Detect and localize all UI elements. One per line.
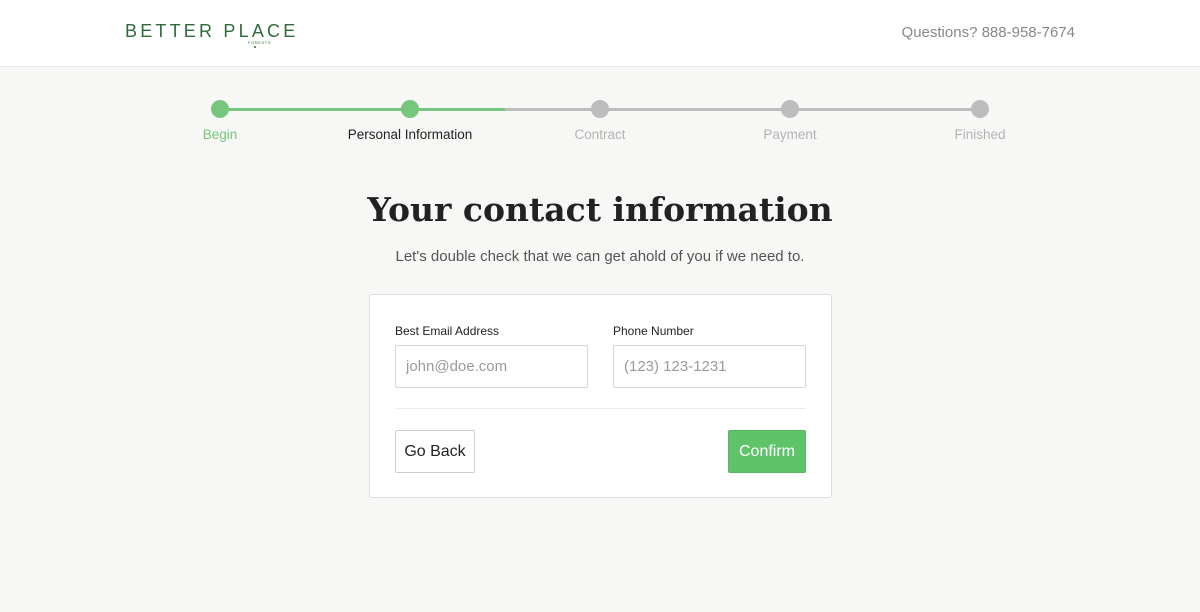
go-back-button[interactable]: Go Back <box>395 430 475 473</box>
logo-text: BETTER PLACE <box>125 21 299 41</box>
step-label: Contract <box>574 127 626 142</box>
progress-stepper: Begin Personal Information Contract Paym… <box>0 95 1200 155</box>
form-divider <box>395 408 806 409</box>
step-payment: Payment <box>695 100 885 142</box>
step-personal-information: Personal Information <box>315 100 505 142</box>
email-field[interactable] <box>395 345 588 388</box>
phone-field[interactable] <box>613 345 806 388</box>
step-label: Personal Information <box>347 127 473 142</box>
contact-form-card: Best Email Address Phone Number Go Back … <box>369 294 832 498</box>
email-label: Best Email Address <box>395 324 500 338</box>
step-label: Finished <box>954 127 1006 142</box>
step-label: Begin <box>202 127 238 142</box>
step-dot-icon <box>971 100 989 118</box>
phone-label: Phone Number <box>613 324 694 338</box>
help-phone-text: Questions? 888-958-7674 <box>901 24 1075 41</box>
step-finished: Finished <box>885 100 1075 142</box>
step-dot-icon <box>211 100 229 118</box>
step-contract: Contract <box>505 100 695 142</box>
confirm-button[interactable]: Confirm <box>728 430 806 473</box>
page-title: Your contact information <box>367 190 833 229</box>
logo[interactable]: BETTER PLACE FORESTS <box>125 21 299 48</box>
site-header: BETTER PLACE FORESTS Questions? 888-958-… <box>0 0 1200 67</box>
logo-subtext: FORESTS <box>248 40 272 45</box>
logo-dot-icon <box>254 46 256 48</box>
page-subtitle: Let's double check that we can get ahold… <box>395 248 805 265</box>
step-label: Payment <box>763 127 817 142</box>
step-dot-icon <box>781 100 799 118</box>
step-dot-icon <box>401 100 419 118</box>
step-dot-icon <box>591 100 609 118</box>
step-begin: Begin <box>125 100 315 142</box>
